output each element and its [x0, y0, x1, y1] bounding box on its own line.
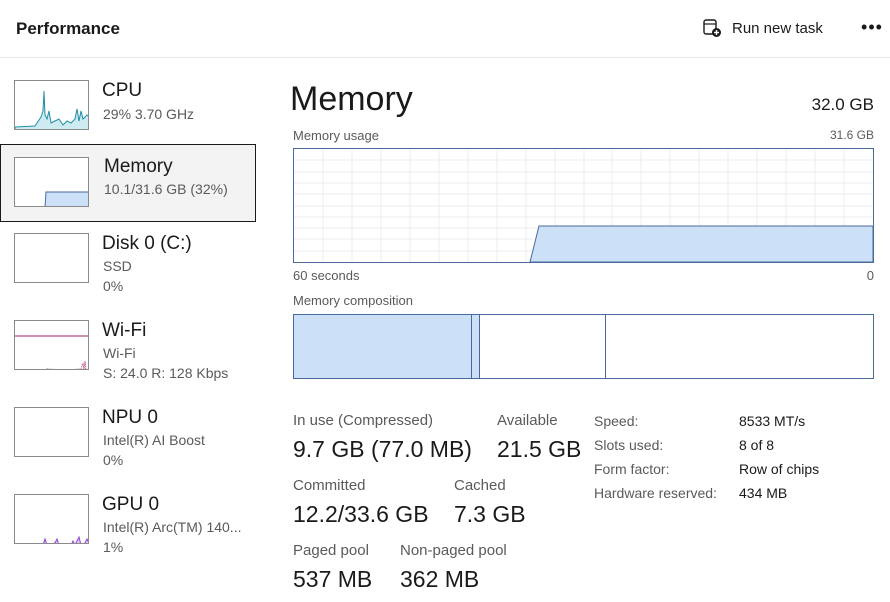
sidebar-item-disk[interactable]: Disk 0 (C:) SSD 0% [0, 223, 256, 301]
form-factor-value: Row of chips [739, 461, 820, 477]
composition-segment-modified[interactable] [472, 315, 481, 378]
memory-thumbnail-graph [14, 157, 89, 207]
slots-used-value: 8 of 8 [739, 437, 775, 453]
npu-thumbnail-graph [14, 407, 89, 457]
wifi-throughput-text: S: 24.0 R: 128 Kbps [103, 365, 229, 381]
hardware-reserved-value: 434 MB [739, 485, 788, 501]
memory-usage-chart [294, 149, 873, 262]
non-paged-pool-value: 362 MB [400, 566, 480, 592]
sidebar-item-label: Wi-Fi [102, 320, 147, 341]
sidebar-item-label: NPU 0 [102, 407, 158, 428]
slots-used-label: Slots used: [594, 437, 664, 453]
in-use-value: 9.7 GB (77.0 MB) [293, 436, 472, 462]
available-label: Available [497, 412, 558, 429]
sidebar-item-label: CPU [102, 80, 143, 101]
memory-usage-label: Memory usage [293, 128, 379, 143]
memory-usage-area [529, 225, 873, 262]
wifi-type-text: Wi-Fi [103, 345, 136, 361]
gpu-model-text: Intel(R) Arc(TM) 140... [103, 519, 242, 535]
cpu-usage-text: 29% 3.70 GHz [103, 106, 195, 122]
more-options-button[interactable]: ••• [860, 16, 884, 38]
total-memory: 32.0 GB [811, 95, 874, 114]
run-task-icon [703, 19, 721, 37]
sidebar-item-cpu[interactable]: CPU 29% 3.70 GHz [0, 70, 256, 148]
memory-usage-text: 10.1/31.6 GB (32%) [104, 181, 228, 197]
sidebar-item-label: Memory [104, 156, 173, 177]
memory-usage-graph [293, 148, 874, 263]
npu-usage-text: 0% [103, 452, 124, 468]
disk-usage-text: 0% [103, 278, 124, 294]
cached-value: 7.3 GB [454, 501, 526, 527]
in-use-label: In use (Compressed) [293, 412, 434, 429]
graph-axis-left: 60 seconds [293, 268, 360, 283]
header-bar: Performance Run new task ••• [0, 0, 890, 58]
composition-segment-in-use[interactable] [294, 315, 473, 378]
sidebar-item-label: GPU 0 [102, 494, 160, 515]
form-factor-label: Form factor: [594, 461, 670, 477]
memory-usage-max: 31.6 GB [829, 128, 874, 142]
cached-label: Cached [454, 477, 506, 494]
disk-type-text: SSD [103, 258, 132, 274]
speed-value: 8533 MT/s [739, 413, 806, 429]
gpu-usage-text: 1% [103, 539, 124, 555]
committed-value: 12.2/33.6 GB [293, 501, 429, 527]
hardware-reserved-label: Hardware reserved: [594, 485, 717, 501]
page-title: Performance [16, 19, 120, 38]
paged-pool-label: Paged pool [293, 542, 369, 559]
npu-model-text: Intel(R) AI Boost [103, 432, 205, 448]
disk-thumbnail-graph [14, 233, 89, 283]
wifi-thumbnail-graph [14, 320, 89, 370]
run-new-task-button[interactable]: Run new task [702, 16, 823, 40]
committed-label: Committed [293, 477, 366, 494]
sidebar-item-memory[interactable]: Memory 10.1/31.6 GB (32%) [0, 144, 256, 222]
speed-label: Speed: [594, 413, 639, 429]
paged-pool-value: 537 MB [293, 566, 373, 592]
memory-composition-label: Memory composition [293, 293, 413, 308]
non-paged-pool-label: Non-paged pool [400, 542, 507, 559]
run-new-task-label: Run new task [732, 19, 823, 37]
graph-axis-right: 0 [866, 268, 874, 283]
sidebar-item-gpu[interactable]: GPU 0 Intel(R) Arc(TM) 140... 1% [0, 484, 256, 562]
sidebar-item-npu[interactable]: NPU 0 Intel(R) AI Boost 0% [0, 397, 256, 475]
sidebar-item-wifi[interactable]: Wi-Fi Wi-Fi S: 24.0 R: 128 Kbps [0, 310, 256, 388]
memory-composition-bar [293, 314, 874, 379]
cpu-thumbnail-graph [14, 80, 89, 130]
available-value: 21.5 GB [497, 436, 582, 462]
composition-segment-free[interactable] [606, 315, 873, 378]
sidebar-item-label: Disk 0 (C:) [102, 233, 192, 254]
task-manager-window: Performance Run new task ••• CPU 29% 3.7… [0, 0, 890, 602]
composition-segment-standby[interactable] [480, 315, 607, 378]
gpu-thumbnail-graph [14, 494, 89, 544]
section-title: Memory [290, 80, 413, 118]
